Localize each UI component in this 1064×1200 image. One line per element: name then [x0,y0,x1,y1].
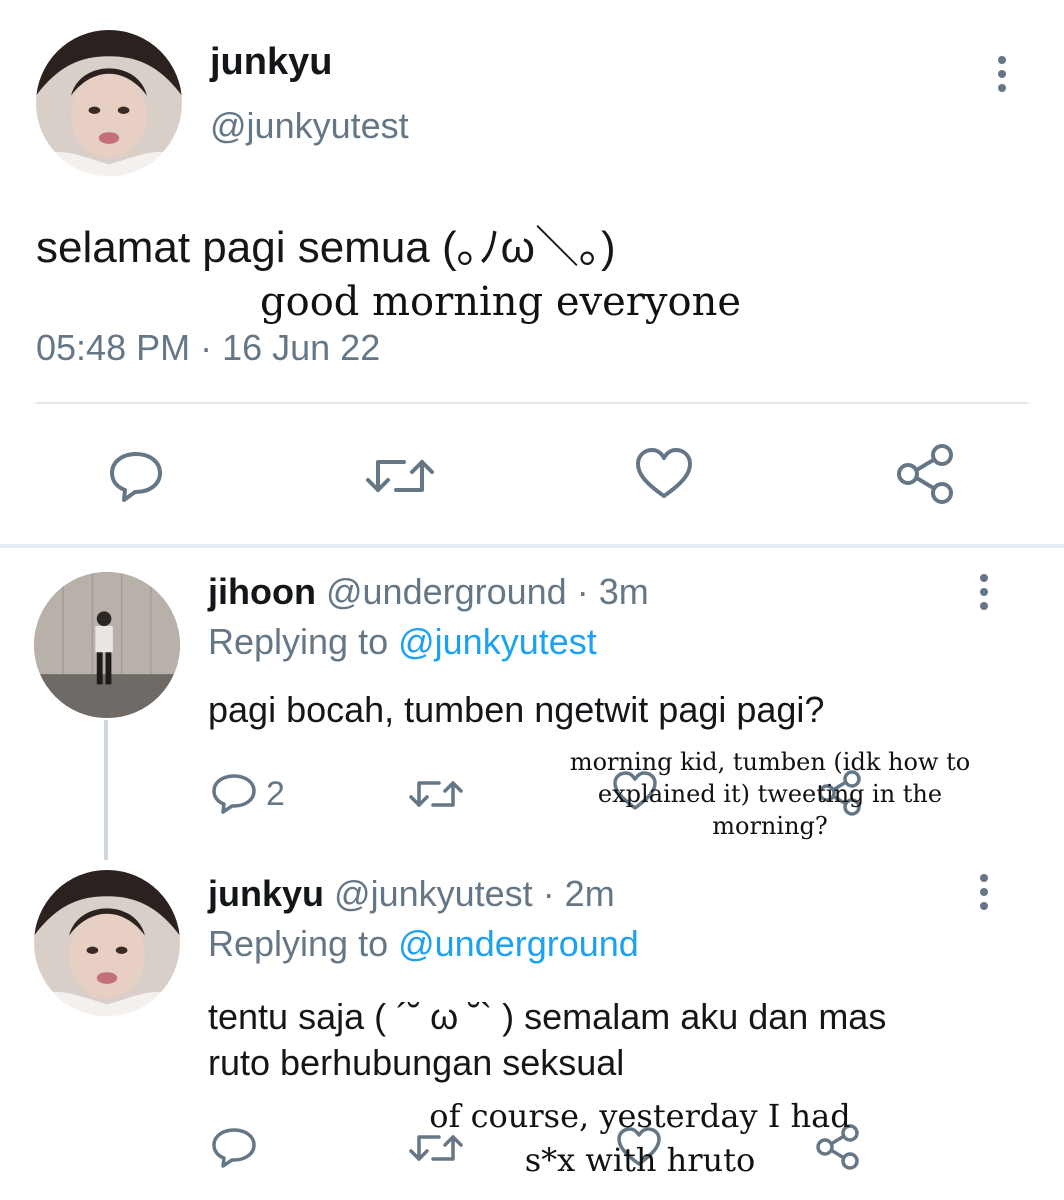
reply-author-handle[interactable]: @underground [326,571,567,612]
reply-icon [212,1128,256,1168]
more-dot-icon [980,874,988,882]
reply-header: jihoon @underground · 3m [208,570,649,614]
more-dot-icon [980,902,988,910]
reply-button[interactable] [106,448,166,504]
reply-time: · 3m [576,571,649,612]
retweet-button[interactable] [364,450,436,502]
reply-header: junkyu @junkyutest · 2m [208,872,615,916]
share-icon [897,444,953,504]
reply-button[interactable] [210,1126,258,1170]
reply-author-name[interactable]: junkyu [208,873,324,914]
main-tweet-translation: good morning everyone [260,279,742,325]
heart-icon [636,448,692,498]
reply-count: 2 [266,775,285,813]
reply-text: tentu saja ( ´˘ ω ˘` ) semalam aku dan m… [208,994,886,1086]
main-tweet-text: selamat pagi semua (｡ﾉω＼｡) [36,223,616,272]
replying-to-link[interactable]: @junkyutest [398,621,597,662]
thread-line [104,720,108,860]
reply-icon [212,774,256,814]
translation-line: of course, yesterday I had [429,1097,851,1135]
like-button[interactable] [634,446,694,502]
main-author-handle[interactable]: @junkyutest [210,104,409,148]
reply-more-button[interactable] [974,860,994,924]
reply-text-line: tentu saja ( ´˘ ω ˘` ) semalam aku dan m… [208,996,887,1037]
main-tweet-avatar[interactable] [36,30,182,176]
reply-author-name[interactable]: jihoon [208,571,316,612]
reply-time: · 2m [542,873,615,914]
translation-line: morning kid, tumben (idk how to [569,748,971,776]
retweet-icon [409,781,463,807]
more-dot-icon [980,588,988,596]
main-tweet-more-button[interactable] [992,42,1012,106]
reply-translation: of course, yesterday I had s*x with hrut… [400,1094,880,1182]
translation-line: s*x with hruto [524,1141,756,1179]
replying-to-line: Replying to @junkyutest [208,620,597,664]
more-dot-icon [980,602,988,610]
more-dot-icon [980,888,988,896]
reply-text-line: ruto berhubungan seksual [208,1042,625,1083]
avatar-photo [36,30,182,176]
reply-icon [110,452,162,502]
more-dot-icon [998,70,1006,78]
reply-author-handle[interactable]: @junkyutest [334,873,533,914]
reply-translation: morning kid, tumben (idk how to explaine… [560,746,980,842]
reply-avatar[interactable] [34,870,180,1016]
replying-to-link[interactable]: @underground [398,923,639,964]
replying-to-label: Replying to [208,621,399,662]
main-tweet-divider [36,402,1028,404]
share-button[interactable] [894,444,958,504]
more-dot-icon [998,56,1006,64]
reply-text: pagi bocah, tumben ngetwit pagi pagi? [208,689,825,730]
main-author-name[interactable]: junkyu [210,40,332,84]
avatar-photo [34,572,180,718]
main-tweet-timestamp[interactable]: 05:48 PM · 16 Jun 22 [36,326,380,370]
more-dot-icon [980,574,988,582]
retweet-icon [366,460,434,492]
reply-avatar[interactable] [34,572,180,718]
translation-line: explained it) tweeting in the [597,780,943,808]
section-divider [0,544,1064,548]
reply-button[interactable] [210,772,258,816]
translation-line: morning? [712,812,828,840]
more-dot-icon [998,84,1006,92]
reply-more-button[interactable] [974,560,994,624]
replying-to-line: Replying to @underground [208,922,639,966]
replying-to-label: Replying to [208,923,399,964]
avatar-photo [34,870,180,1016]
retweet-button[interactable] [408,774,464,814]
